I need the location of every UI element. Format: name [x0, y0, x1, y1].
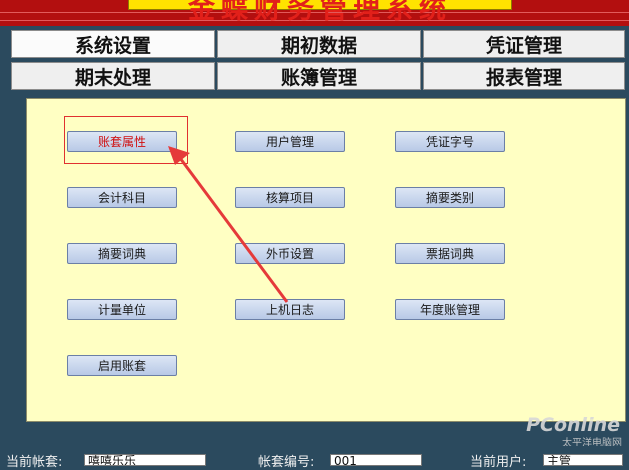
summary-dictionary-button[interactable]: 摘要词典 [67, 243, 177, 264]
accounting-subjects-button[interactable]: 会计科目 [67, 187, 177, 208]
tab-period-end[interactable]: 期末处理 [11, 62, 215, 90]
tab-ledger-management[interactable]: 账簿管理 [217, 62, 421, 90]
summary-categories-button[interactable]: 摘要类别 [395, 187, 505, 208]
login-log-button[interactable]: 上机日志 [235, 299, 345, 320]
title-banner: 金蝶财务管理系统 [128, 0, 512, 25]
annual-account-management-button[interactable]: 年度账管理 [395, 299, 505, 320]
status-bar: 当前帐套: 嘻嘻乐乐 帐套编号: 001 当前用户: 主管 [0, 446, 629, 470]
currency-settings-button[interactable]: 外币设置 [235, 243, 345, 264]
current-user-field: 主管 [543, 454, 623, 466]
set-number-field: 001 [330, 454, 422, 466]
current-set-label: 当前帐套: [6, 455, 63, 470]
bill-dictionary-button[interactable]: 票据词典 [395, 243, 505, 264]
watermark: PConline 太平洋电脑网 [514, 404, 626, 449]
tab-report-management[interactable]: 报表管理 [423, 62, 625, 90]
watermark-logo: PConline [526, 414, 620, 436]
user-management-button[interactable]: 用户管理 [235, 131, 345, 152]
current-user-label: 当前用户: [470, 455, 527, 470]
tab-voucher-management[interactable]: 凭证管理 [423, 30, 625, 58]
accounting-items-button[interactable]: 核算项目 [235, 187, 345, 208]
title-bar: 金蝶财务管理系统 [0, 0, 629, 26]
current-set-field: 嘻嘻乐乐 [84, 454, 206, 466]
module-tabs: 系统设置 期初数据 凭证管理 期末处理 账簿管理 报表管理 [11, 30, 625, 90]
tab-opening-data[interactable]: 期初数据 [217, 30, 421, 58]
app-title: 金蝶财务管理系统 [188, 0, 452, 25]
measurement-units-button[interactable]: 计量单位 [67, 299, 177, 320]
enable-account-set-button[interactable]: 启用账套 [67, 355, 177, 376]
account-set-properties-button[interactable]: 账套属性 [67, 131, 177, 152]
voucher-words-button[interactable]: 凭证字号 [395, 131, 505, 152]
set-number-label: 帐套编号: [258, 455, 315, 470]
tab-system-settings[interactable]: 系统设置 [11, 30, 215, 58]
